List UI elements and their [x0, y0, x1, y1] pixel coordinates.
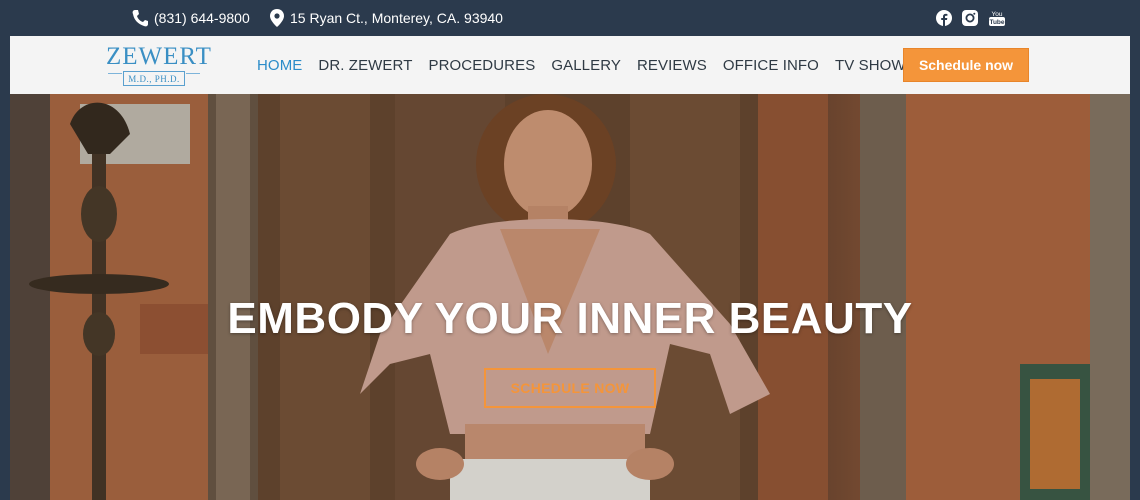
nav-dr-zewert[interactable]: DR. ZEWERT: [310, 57, 420, 74]
hero-title: EMBODY YOUR INNER BEAUTY: [227, 294, 913, 343]
logo-rule-left: [108, 73, 122, 74]
nav-home[interactable]: HOME: [249, 57, 310, 74]
nav-reviews[interactable]: REVIEWS: [629, 57, 715, 74]
site-header: ZEWERT M.D., PH.D. HOME DR. ZEWERT PROCE…: [10, 36, 1130, 94]
map-pin-icon: [270, 9, 284, 27]
zewert-logo[interactable]: ZEWERT M.D., PH.D.: [106, 43, 212, 86]
svg-text:You: You: [992, 11, 1003, 18]
social-links: You Tube: [936, 0, 1006, 36]
phone-link[interactable]: (831) 644-9800: [132, 0, 250, 36]
phone-number: (831) 644-9800: [154, 10, 250, 26]
logo-name: ZEWERT: [106, 43, 212, 70]
nav-office-info[interactable]: OFFICE INFO: [715, 57, 827, 74]
nav-gallery[interactable]: GALLERY: [543, 57, 629, 74]
logo-credentials-box: M.D., PH.D.: [123, 71, 185, 86]
main-nav: HOME DR. ZEWERT PROCEDURES GALLERY REVIE…: [249, 36, 924, 94]
address-text: 15 Ryan Ct., Monterey, CA. 93940: [290, 10, 503, 26]
hero-schedule-now-button[interactable]: SCHEDULE NOW: [484, 368, 656, 408]
top-contact-bar: (831) 644-9800 15 Ryan Ct., Monterey, CA…: [0, 0, 1140, 36]
instagram-icon[interactable]: [962, 10, 978, 26]
logo-rule-right: [186, 73, 200, 74]
schedule-now-button[interactable]: Schedule now: [903, 48, 1029, 82]
address-link[interactable]: 15 Ryan Ct., Monterey, CA. 93940: [270, 0, 503, 36]
youtube-icon[interactable]: You Tube: [988, 9, 1006, 27]
svg-text:Tube: Tube: [989, 19, 1004, 26]
hero-banner: EMBODY YOUR INNER BEAUTY SCHEDULE NOW: [10, 94, 1130, 500]
phone-icon: [132, 9, 148, 27]
facebook-icon[interactable]: [936, 10, 952, 26]
nav-procedures[interactable]: PROCEDURES: [420, 57, 543, 74]
logo-credentials: M.D., PH.D.: [128, 74, 180, 84]
